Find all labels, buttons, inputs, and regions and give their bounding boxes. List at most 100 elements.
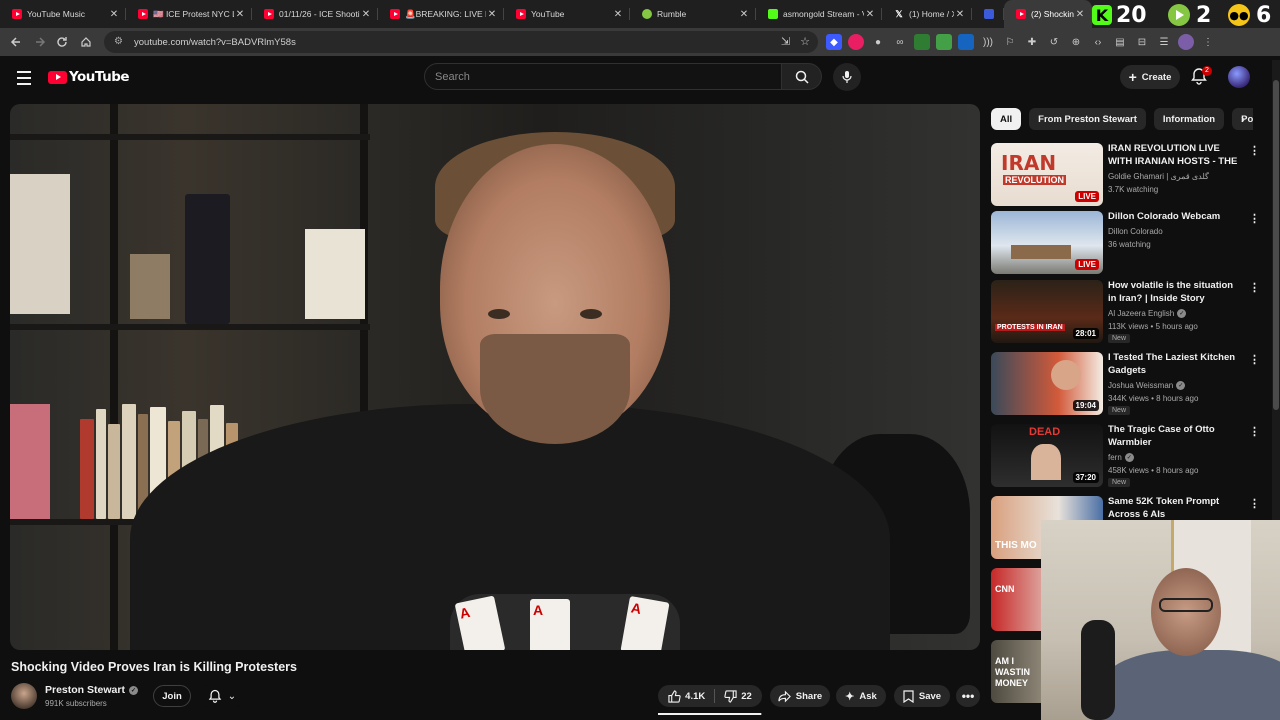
recommended-video-channel[interactable]: Al Jazeera English [1108, 309, 1174, 318]
home-icon [81, 37, 91, 47]
close-tab-icon[interactable]: ✕ [360, 9, 372, 20]
browser-tab[interactable]: 🇺🇸 ICE Protest NYC LA ✕ [126, 0, 252, 28]
video-player[interactable]: A A A [10, 104, 980, 650]
back-button[interactable] [4, 30, 28, 54]
close-tab-icon[interactable]: ✕ [234, 9, 246, 20]
save-button[interactable]: Save [894, 685, 950, 707]
like-button[interactable]: 4.1K [668, 689, 705, 703]
create-button[interactable]: + Create [1120, 65, 1180, 89]
voice-search-button[interactable] [833, 63, 861, 91]
recommended-video-title[interactable]: Dillon Colorado Webcam [1108, 211, 1242, 224]
search-button[interactable] [782, 63, 822, 90]
extension-icon-5[interactable] [914, 34, 930, 50]
site-info-icon[interactable]: ⚙ [114, 36, 126, 48]
tab-search-icon[interactable]: ⊟ [1134, 34, 1150, 50]
more-vertical-icon[interactable]: ⋮ [1249, 282, 1260, 296]
channel-name-row[interactable]: Preston Stewart ✓ [45, 684, 138, 696]
filter-chip[interactable]: All [991, 108, 1022, 130]
reading-list-icon[interactable]: ☰ [1156, 34, 1172, 50]
address-bar[interactable]: ⚙ youtube.com/watch?v=BADVRlmY58s ⇲ ☆ [104, 31, 818, 53]
downloads-icon[interactable]: ⊕ [1068, 34, 1084, 50]
recommended-video-title[interactable]: I Tested The Laziest Kitchen Gadgets [1108, 352, 1242, 377]
recommended-video[interactable]: DEAD 37:20 The Tragic Case of Otto Warmbie… [991, 424, 1261, 490]
devtools-icon[interactable]: ‹› [1090, 34, 1106, 50]
more-vertical-icon[interactable]: ⋮ [1249, 354, 1260, 368]
reload-button[interactable] [50, 30, 74, 54]
side-panel-icon[interactable]: ▤ [1112, 34, 1128, 50]
puzzle-icon[interactable]: ✚ [1024, 34, 1040, 50]
recommended-video-channel[interactable]: fern [1108, 453, 1122, 462]
recommended-video-channel[interactable]: Goldie Ghamari | گلدی قمری [1108, 172, 1209, 181]
channel-name[interactable]: Preston Stewart [45, 684, 125, 696]
recommended-video[interactable]: 19:04 I Tested The Laziest Kitchen Gadget… [991, 352, 1261, 418]
close-tab-icon[interactable]: ✕ [108, 9, 120, 20]
recommended-video[interactable]: IRAN REVOLUTION LIVE IRAN REVOLUTION LIVE W… [991, 143, 1261, 209]
profile-avatar-icon[interactable] [1178, 34, 1194, 50]
browser-tab[interactable]: YouTube Music ✕ [0, 0, 126, 28]
browser-tab[interactable]: Rumble ✕ [630, 0, 756, 28]
close-tab-icon[interactable]: ✕ [864, 9, 876, 20]
page-scrollbar[interactable] [1272, 60, 1280, 520]
more-actions-button[interactable]: ••• [956, 685, 980, 707]
forward-button[interactable] [28, 30, 52, 54]
close-tab-icon[interactable]: ✕ [612, 9, 624, 20]
video-thumbnail[interactable]: 19:04 [991, 352, 1103, 415]
close-tab-icon[interactable]: ✕ [486, 9, 498, 20]
extension-icon-7[interactable] [958, 34, 974, 50]
bookmark-star-icon[interactable]: ☆ [800, 35, 810, 48]
extension-icon-9[interactable]: ⚐ [1002, 34, 1018, 50]
recommended-video-title[interactable]: How volatile is the situation in Iran? |… [1108, 280, 1242, 305]
recommended-video-channel[interactable]: Joshua Weissman [1108, 381, 1173, 390]
extension-icon-1[interactable]: ◆ [826, 34, 842, 50]
browser-tab[interactable]: 01/11/26 - ICE Shooti ✕ [252, 0, 378, 28]
close-tab-icon[interactable]: ✕ [1074, 9, 1086, 20]
menu-icon[interactable] [14, 68, 34, 88]
filter-chip[interactable]: From Preston Stewart [1029, 108, 1146, 130]
install-app-icon[interactable]: ⇲ [781, 35, 790, 48]
scrollbar-thumb[interactable] [1273, 80, 1279, 410]
more-vertical-icon[interactable]: ⋮ [1249, 145, 1260, 159]
browser-tab[interactable]: asmongold Stream - V ✕ [756, 0, 882, 28]
dislike-button[interactable]: 22 [724, 689, 752, 703]
recommended-video[interactable]: LIVE Dillon Colorado Webcam Dillon Colorad… [991, 211, 1261, 277]
home-button[interactable] [74, 30, 98, 54]
close-tab-icon[interactable]: ✕ [738, 9, 750, 20]
recommended-video-channel-row: Goldie Ghamari | گلدی قمری [1108, 172, 1209, 181]
browser-menu-icon[interactable]: ⋮ [1200, 34, 1216, 50]
search-field[interactable] [424, 63, 782, 90]
browser-tab[interactable]: 𝕏 (1) Home / X ✕ [882, 0, 972, 28]
extension-icon-4[interactable]: ∞ [892, 34, 908, 50]
more-vertical-icon[interactable]: ⋮ [1249, 498, 1260, 512]
video-thumbnail[interactable]: LIVE [991, 211, 1103, 274]
more-vertical-icon[interactable]: ⋮ [1249, 213, 1260, 227]
browser-tab[interactable] [972, 0, 1004, 28]
recommended-video-title[interactable]: The Tragic Case of Otto Warmbier [1108, 424, 1242, 449]
history-icon[interactable]: ↺ [1046, 34, 1062, 50]
video-thumbnail[interactable]: PROTESTS IN IRAN 28:01 [991, 280, 1103, 343]
video-thumbnail[interactable]: IRAN REVOLUTION LIVE [991, 143, 1103, 206]
recommended-video[interactable]: PROTESTS IN IRAN 28:01 How volatile is the… [991, 280, 1261, 346]
browser-tab[interactable]: 🚨BREAKING: LIVE PI ✕ [378, 0, 504, 28]
extension-icon-3[interactable]: ● [870, 34, 886, 50]
recommended-video-title[interactable]: Same 52K Token Prompt Across 6 AIs [1108, 496, 1242, 521]
account-avatar[interactable] [1228, 66, 1250, 88]
more-vertical-icon[interactable]: ⋮ [1249, 426, 1260, 440]
close-tab-icon[interactable]: ✕ [954, 9, 966, 20]
recommended-video-title[interactable]: IRAN REVOLUTION LIVE WITH IRANIAN HOSTS … [1108, 143, 1242, 168]
subscribed-notifications-button[interactable]: ⌄ [198, 685, 246, 707]
browser-tab[interactable]: (2) Shocking Vid✕ [1004, 0, 1092, 28]
share-button[interactable]: Share [770, 685, 830, 707]
chevron-right-icon[interactable]: › [1234, 110, 1252, 128]
filter-chip[interactable]: Information [1153, 108, 1225, 130]
ask-button[interactable]: ✦ Ask [836, 685, 886, 707]
recommended-video-channel[interactable]: Dillon Colorado [1108, 227, 1163, 236]
search-input[interactable] [435, 70, 781, 83]
youtube-logo[interactable]: YouTube [48, 69, 130, 85]
extension-icon-2[interactable] [848, 34, 864, 50]
browser-tab[interactable]: YouTube ✕ [504, 0, 630, 28]
extension-icon-6[interactable] [936, 34, 952, 50]
channel-avatar[interactable] [11, 683, 37, 709]
video-thumbnail[interactable]: DEAD 37:20 [991, 424, 1103, 487]
extension-icon-8[interactable]: ))) [980, 34, 996, 50]
join-button[interactable]: Join [153, 685, 191, 707]
